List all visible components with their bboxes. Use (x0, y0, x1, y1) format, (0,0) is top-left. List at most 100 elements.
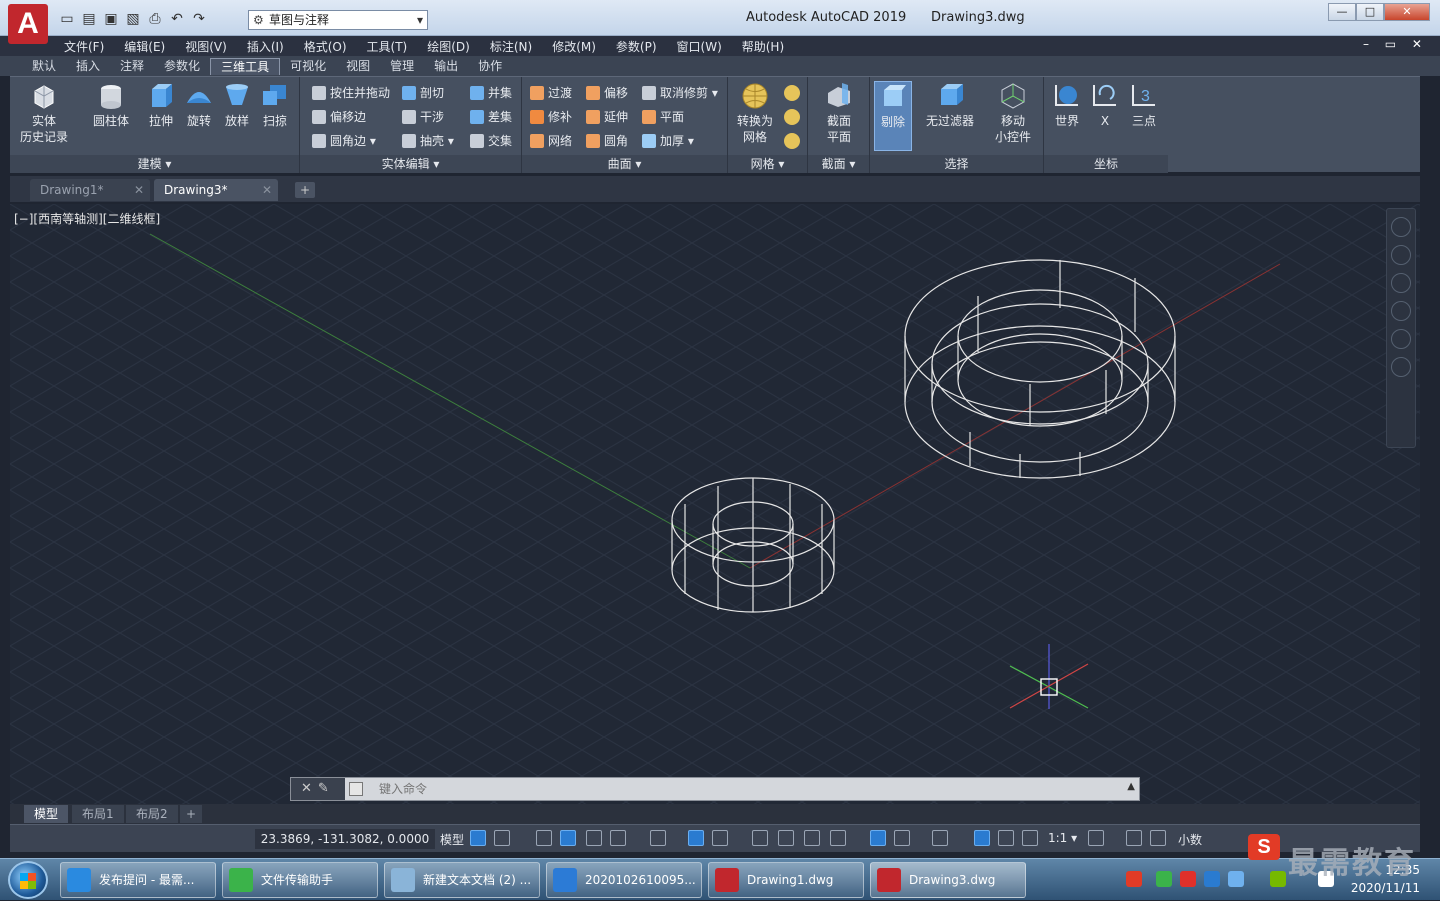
network-icon[interactable] (1228, 871, 1244, 887)
infer-constraints-icon[interactable] (536, 830, 552, 846)
presspull-button[interactable]: 按住并拖动 (310, 83, 390, 103)
zoom-extents-icon[interactable] (1391, 301, 1411, 321)
redo-icon[interactable]: ↷ (190, 10, 208, 28)
undo-icon[interactable]: ↶ (168, 10, 186, 28)
pan-hand-icon[interactable] (1391, 273, 1411, 293)
selection-cycling-icon[interactable] (804, 830, 820, 846)
menu-item-7[interactable]: 标注(N) (490, 38, 532, 55)
orbit-icon[interactable] (1391, 245, 1411, 265)
taskbar-item-drawing1[interactable]: Drawing1.dwg (708, 862, 864, 898)
subtract-button[interactable]: 差集 (468, 107, 512, 127)
3d-object-snap-icon[interactable] (830, 830, 846, 846)
steering-wheel-icon[interactable] (1391, 217, 1411, 237)
auto-scale-icon[interactable] (998, 830, 1014, 846)
transparency-icon[interactable] (778, 830, 794, 846)
intersect-button[interactable]: 交集 (468, 131, 512, 151)
ribbon-tab-0[interactable]: 默认 (22, 58, 66, 75)
ribbon-tab-3[interactable]: 参数化 (154, 58, 210, 75)
taskbar-item-wechat[interactable]: 文件传输助手 (222, 862, 378, 898)
offset-edge-button[interactable]: 偏移边 (310, 107, 366, 127)
ribbon-tab-1[interactable]: 插入 (66, 58, 110, 75)
world-ucs-button[interactable]: 世界 (1048, 81, 1086, 129)
surface-offset-button[interactable]: 偏移 (584, 83, 628, 103)
new-file-icon[interactable]: ▭ (58, 10, 76, 28)
menu-item-8[interactable]: 修改(M) (552, 38, 596, 55)
drawing-viewport[interactable]: [−][西南等轴测][二维线框] (10, 204, 1420, 804)
menu-item-3[interactable]: 插入(I) (247, 38, 284, 55)
wechat-tray-icon[interactable] (1156, 871, 1172, 887)
menu-item-6[interactable]: 绘图(D) (427, 38, 470, 55)
look-icon[interactable] (1391, 357, 1411, 377)
units-select[interactable]: 小数 (1178, 831, 1202, 848)
start-button[interactable] (8, 861, 48, 899)
minimize-button[interactable]: — (1328, 3, 1356, 21)
layout-tab-layout2[interactable]: 布局2 (126, 805, 178, 823)
object-snap-tracking-icon[interactable] (688, 830, 704, 846)
doc-tab-drawing3[interactable]: Drawing3* ✕ (154, 179, 278, 201)
thicken-button[interactable]: 加厚 ▾ (640, 131, 694, 151)
command-input[interactable] (379, 779, 1119, 799)
units-icon[interactable] (1150, 830, 1166, 846)
menu-item-5[interactable]: 工具(T) (367, 38, 408, 55)
customize-wrench-icon[interactable]: ✎ (318, 781, 335, 796)
snap-toggle-icon[interactable] (494, 830, 510, 846)
add-layout-button[interactable]: + (180, 805, 203, 823)
untrim-button[interactable]: 取消修剪 ▾ (640, 83, 718, 103)
panel-title-modeling[interactable]: 建模 ▾ (10, 155, 299, 173)
ribbon-tab-6[interactable]: 视图 (336, 58, 380, 75)
polar-tracking-icon[interactable] (610, 830, 626, 846)
surface-fillet-button[interactable]: 圆角 (584, 131, 628, 151)
ribbon-tab-2[interactable]: 注释 (110, 58, 154, 75)
document-window-controls[interactable]: – ▭ ✕ (1363, 37, 1428, 51)
fillet-edge-button[interactable]: 圆角边 ▾ (310, 131, 376, 151)
ribbon-tab-7[interactable]: 管理 (380, 58, 424, 75)
shell-button[interactable]: 抽壳 ▾ (400, 131, 454, 151)
slice-button[interactable]: 剖切 (400, 83, 444, 103)
gizmo-icon[interactable] (932, 830, 948, 846)
solid-history-button[interactable]: 实体 历史记录 (16, 81, 72, 145)
extend-button[interactable]: 延伸 (584, 107, 628, 127)
dynamic-input-icon[interactable] (560, 830, 576, 846)
taskbar-item-ie[interactable]: 发布提问 - 最需... (60, 862, 216, 898)
ribbon-tab-9[interactable]: 协作 (468, 58, 512, 75)
security-shield-icon[interactable] (1204, 871, 1220, 887)
menu-item-11[interactable]: 帮助(H) (742, 38, 784, 55)
close-command-icon[interactable]: ✕ (301, 781, 318, 796)
menu-item-0[interactable]: 文件(F) (64, 38, 104, 55)
menu-item-9[interactable]: 参数(P) (616, 38, 657, 55)
print-icon[interactable]: ⎙ (146, 10, 164, 28)
taskbar-item-drawing3[interactable]: Drawing3.dwg (870, 862, 1026, 898)
selection-filter-icon[interactable] (894, 830, 910, 846)
annotation-scale-select[interactable]: 1:1 ▾ (1048, 831, 1077, 845)
planar-button[interactable]: 平面 (640, 107, 684, 127)
command-history-icon[interactable] (349, 782, 363, 796)
annotation-monitor-icon[interactable] (1126, 830, 1142, 846)
patch-button[interactable]: 修补 (528, 107, 572, 127)
menu-item-1[interactable]: 编辑(E) (124, 38, 165, 55)
taskbar-item-notepad[interactable]: 新建文本文档 (2) ... (384, 862, 540, 898)
union-button[interactable]: 并集 (468, 83, 512, 103)
new-tab-button[interactable]: + (295, 182, 315, 198)
panel-title-selection[interactable]: 选择 (870, 155, 1043, 173)
taskbar-item-video[interactable]: 2020102610095... (546, 862, 702, 898)
showmotion-icon[interactable] (1391, 329, 1411, 349)
workspace-select[interactable]: 草图与注释 (248, 10, 428, 30)
mesh-refine-icon[interactable] (784, 109, 800, 125)
menu-item-2[interactable]: 视图(V) (185, 38, 227, 55)
taskbar-date[interactable]: 2020/11/11 (1351, 881, 1420, 895)
weibo-icon[interactable] (1180, 871, 1196, 887)
network-button[interactable]: 网络 (528, 131, 572, 151)
section-plane-button[interactable]: 截面 平面 (814, 81, 864, 145)
doc-tab-drawing1[interactable]: Drawing1* ✕ (30, 179, 150, 201)
maximize-button[interactable]: □ (1356, 3, 1384, 21)
culling-button[interactable]: 剔除 (874, 81, 912, 151)
viewport-controls-label[interactable]: [−][西南等轴测][二维线框] (14, 210, 160, 227)
convert-to-mesh-button[interactable]: 转换为 网格 (730, 81, 780, 145)
close-tab-icon[interactable]: ✕ (262, 179, 272, 201)
workspace-switch-gear-icon[interactable] (1088, 830, 1104, 846)
cylinder-button[interactable]: 圆柱体 (88, 81, 134, 129)
panel-title-surface[interactable]: 曲面 ▾ (522, 155, 727, 173)
panel-title-coordinates[interactable]: 坐标 (1044, 155, 1168, 173)
lineweight-icon[interactable] (752, 830, 768, 846)
panel-title-mesh[interactable]: 网格 ▾ (728, 155, 807, 173)
